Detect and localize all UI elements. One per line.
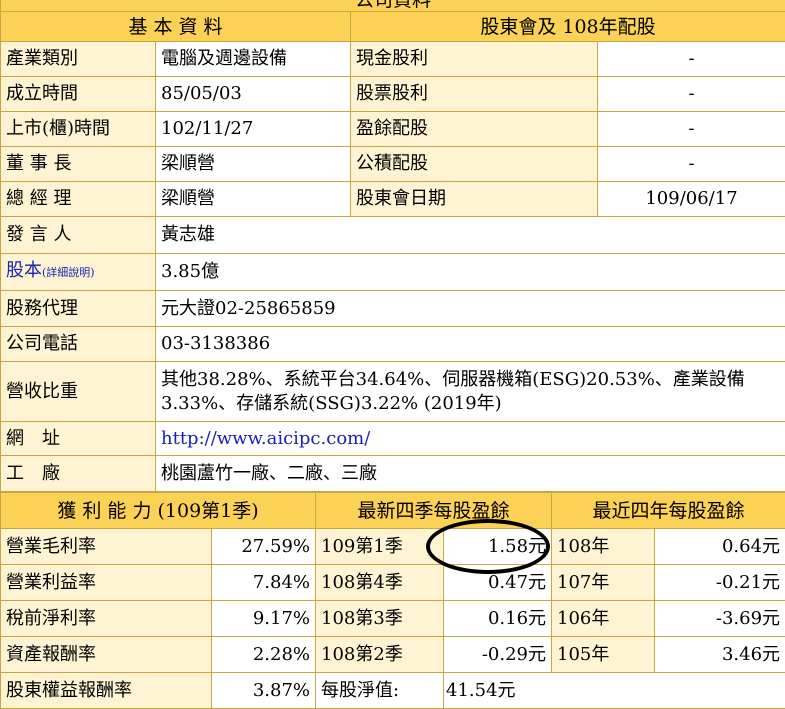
phone-label: 公司電話 bbox=[1, 327, 156, 362]
chairman-value: 梁順營 bbox=[156, 147, 351, 182]
capital-label-cell: 股本(詳細說明) bbox=[1, 254, 156, 291]
factory-label: 工 廠 bbox=[1, 456, 156, 492]
profit-label: 營業毛利率 bbox=[1, 529, 212, 565]
profit-label: 稅前淨利率 bbox=[1, 601, 212, 637]
listed-label: 上市(櫃)時間 bbox=[1, 112, 156, 147]
spokesperson-label: 發 言 人 bbox=[1, 217, 156, 254]
eps-quarter-label: 108第3季 bbox=[316, 601, 444, 637]
website-label: 網 址 bbox=[1, 422, 156, 456]
agm-date-value: 109/06/17 bbox=[598, 182, 785, 217]
nav-value: 41.54元 bbox=[444, 673, 785, 709]
capital-value: 3.85億 bbox=[156, 254, 785, 291]
revenue-label: 營收比重 bbox=[1, 362, 156, 422]
website-cell: http://www.aicipc.com/ bbox=[156, 422, 785, 456]
cash-dividend-value: - bbox=[598, 42, 785, 77]
nav-label: 每股淨值: bbox=[316, 673, 444, 709]
eps-year-header: 最近四年每股盈餘 bbox=[552, 493, 785, 529]
stock-dividend-label: 股票股利 bbox=[351, 77, 598, 112]
profit-label: 股東權益報酬率 bbox=[1, 673, 212, 709]
earnings-share-value: - bbox=[598, 112, 785, 147]
revenue-value: 其他38.28%、系統平台34.64%、伺服器機箱(ESG)20.53%、產業設… bbox=[156, 362, 785, 422]
gm-value: 梁順營 bbox=[156, 182, 351, 217]
eps-quarter-label: 108第4季 bbox=[316, 565, 444, 601]
eps-quarter-value: -0.29元 bbox=[444, 637, 552, 673]
profit-header: 獲 利 能 力 (109第1季) bbox=[1, 493, 316, 529]
eps-quarter-value: 1.58元 bbox=[444, 529, 552, 565]
eps-quarter-label: 109第1季 bbox=[316, 529, 444, 565]
profit-value: 7.84% bbox=[212, 565, 316, 601]
phone-value: 03-3138386 bbox=[156, 327, 785, 362]
profit-label: 營業利益率 bbox=[1, 565, 212, 601]
reserve-share-value: - bbox=[598, 147, 785, 182]
agent-value: 元大證02-25865859 bbox=[156, 291, 785, 327]
eps-year-value: -3.69元 bbox=[655, 601, 785, 637]
chairman-label: 董 事 長 bbox=[1, 147, 156, 182]
eps-quarter-label: 108第2季 bbox=[316, 637, 444, 673]
eps-quarter-value: 0.16元 bbox=[444, 601, 552, 637]
eps-year-label: 106年 bbox=[552, 601, 655, 637]
founded-label: 成立時間 bbox=[1, 77, 156, 112]
basic-info-table: 公司資料 基 本 資 料 股東會及 108年配股 產業類別 電腦及週邊設備 現金… bbox=[0, 0, 785, 492]
profit-eps-table: 獲 利 能 力 (109第1季) 最新四季每股盈餘 最近四年每股盈餘 營業毛利率… bbox=[0, 492, 785, 709]
listed-value: 102/11/27 bbox=[156, 112, 351, 147]
industry-value: 電腦及週邊設備 bbox=[156, 42, 351, 77]
agent-label: 股務代理 bbox=[1, 291, 156, 327]
profit-value: 3.87% bbox=[212, 673, 316, 709]
founded-value: 85/05/03 bbox=[156, 77, 351, 112]
gm-label: 總 經 理 bbox=[1, 182, 156, 217]
eps-year-value: 0.64元 bbox=[655, 529, 785, 565]
dividend-header: 股東會及 108年配股 bbox=[351, 12, 785, 42]
eps-year-value: -0.21元 bbox=[655, 565, 785, 601]
eps-year-label: 105年 bbox=[552, 637, 655, 673]
capital-link[interactable]: 股本 bbox=[6, 260, 42, 281]
profit-label: 資產報酬率 bbox=[1, 637, 212, 673]
stock-dividend-value: - bbox=[598, 77, 785, 112]
eps-quarter-header: 最新四季每股盈餘 bbox=[316, 493, 552, 529]
earnings-share-label: 盈餘配股 bbox=[351, 112, 598, 147]
profit-value: 9.17% bbox=[212, 601, 316, 637]
eps-quarter-value: 0.47元 bbox=[444, 565, 552, 601]
eps-year-value: 3.46元 bbox=[655, 637, 785, 673]
company-data-title: 公司資料 bbox=[1, 0, 785, 12]
reserve-share-label: 公積配股 bbox=[351, 147, 598, 182]
cash-dividend-label: 現金股利 bbox=[351, 42, 598, 77]
industry-label: 產業類別 bbox=[1, 42, 156, 77]
capital-detail-link[interactable]: (詳細說明) bbox=[42, 266, 95, 279]
eps-year-label: 107年 bbox=[552, 565, 655, 601]
factory-value: 桃園蘆竹一廠、二廠、三廠 bbox=[156, 456, 785, 492]
profit-value: 27.59% bbox=[212, 529, 316, 565]
basic-info-header: 基 本 資 料 bbox=[1, 12, 351, 42]
eps-year-label: 108年 bbox=[552, 529, 655, 565]
spokesperson-value: 黃志雄 bbox=[156, 217, 785, 254]
website-link[interactable]: http://www.aicipc.com/ bbox=[161, 428, 370, 449]
profit-value: 2.28% bbox=[212, 637, 316, 673]
agm-date-label: 股東會日期 bbox=[351, 182, 598, 217]
